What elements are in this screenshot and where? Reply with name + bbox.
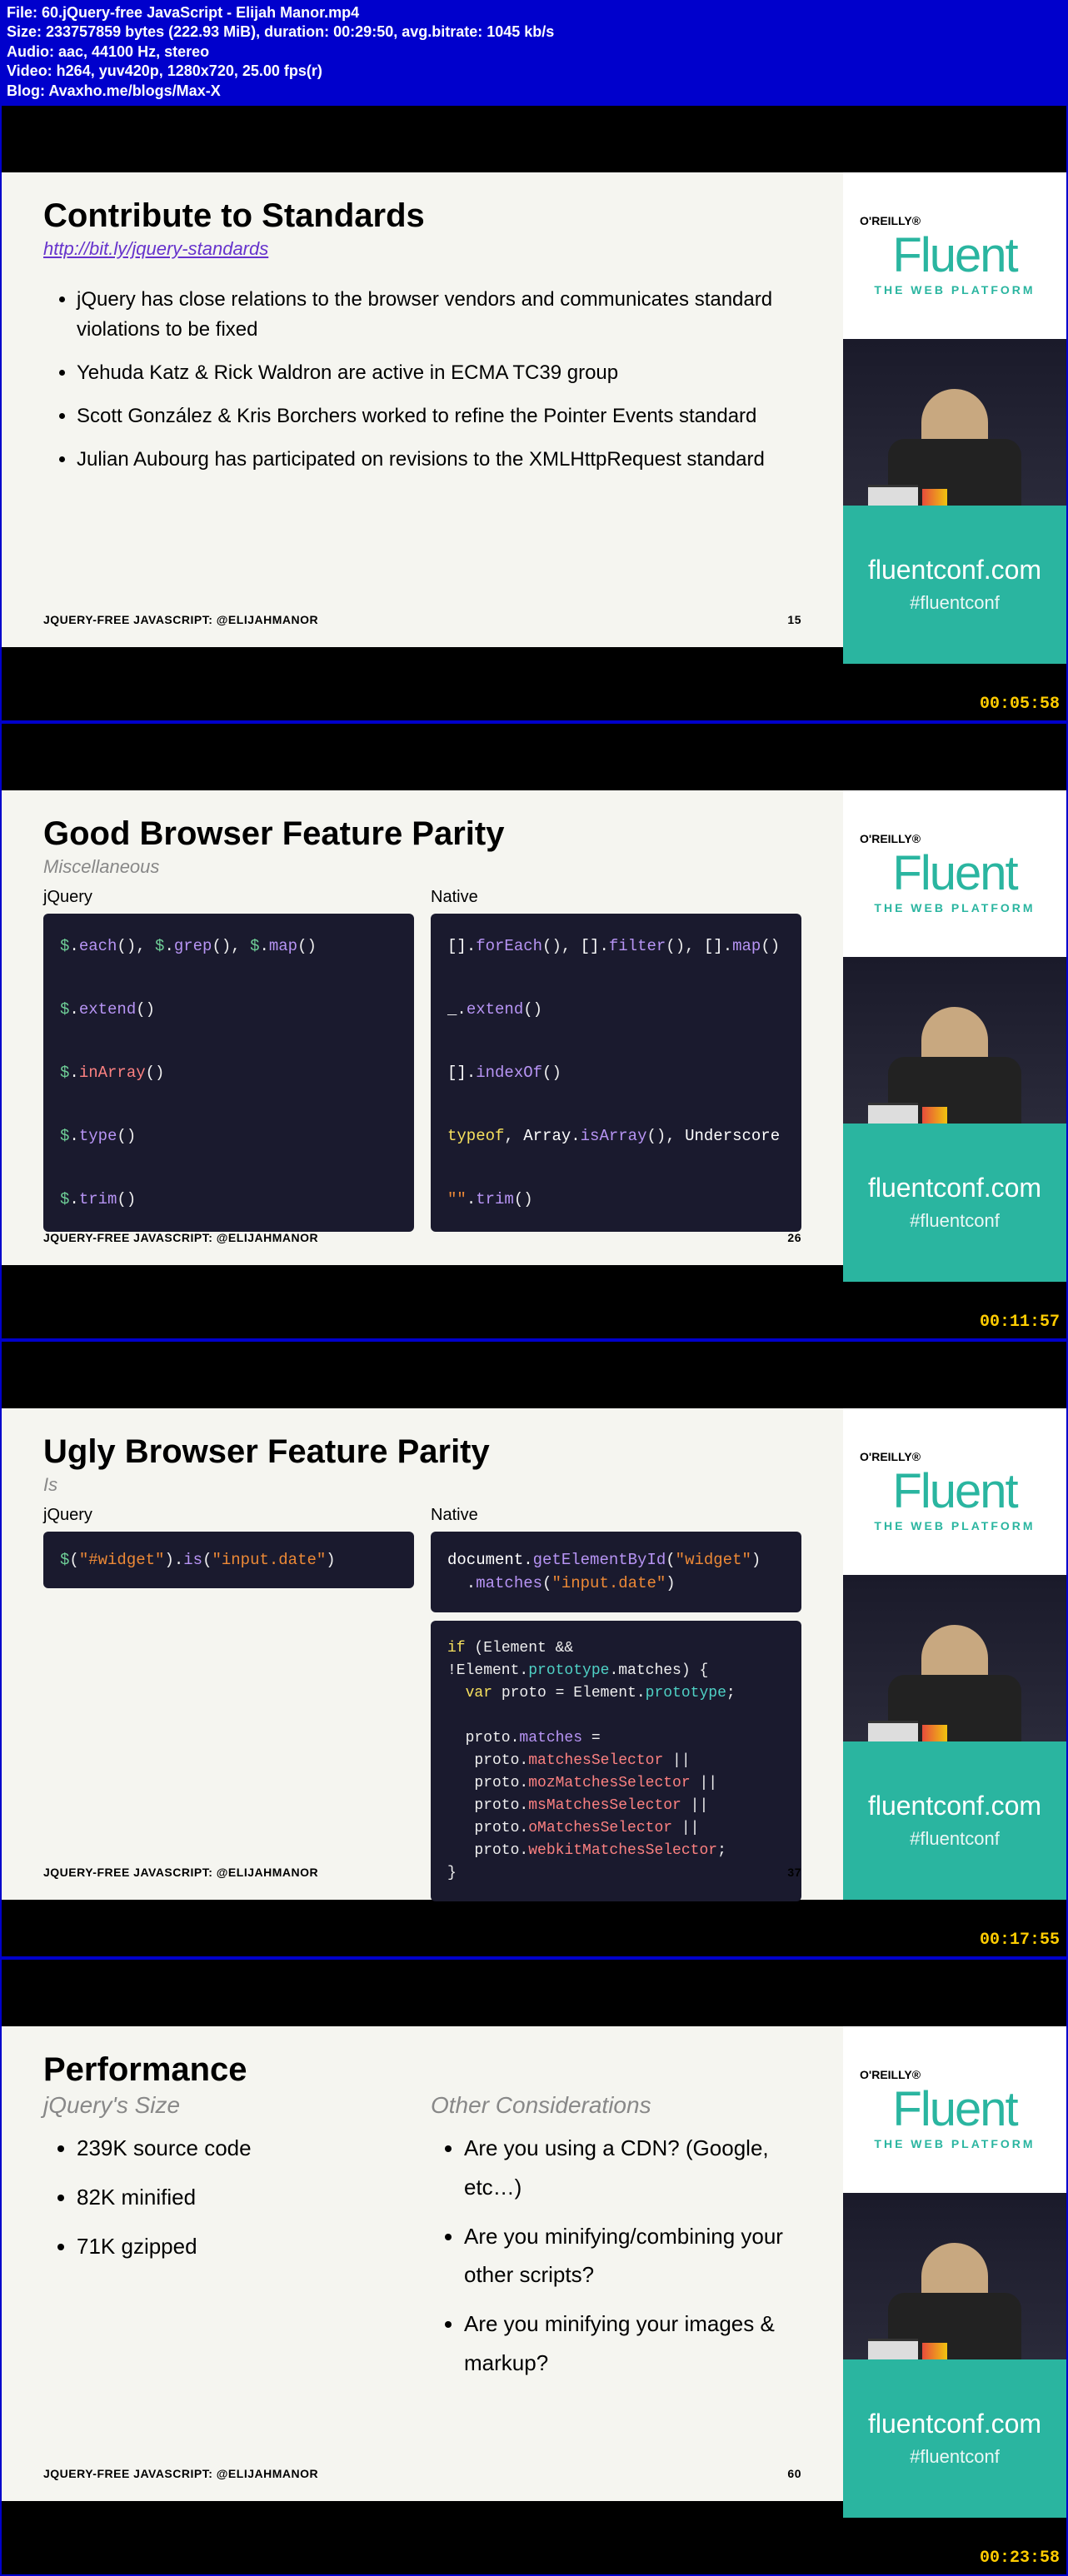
fluent-tagline: THE WEB PLATFORM	[874, 2137, 1035, 2150]
fluent-tagline: THE WEB PLATFORM	[874, 1519, 1035, 1532]
speaker-video	[843, 1575, 1066, 1741]
conf-banner: fluentconf.com #fluentconf	[843, 1124, 1066, 1282]
slide-2: Good Browser Feature Parity Miscellaneou…	[2, 790, 843, 1265]
slide-footer: JQUERY-FREE JAVASCRIPT: @ELIJAHMANOR 26	[43, 1231, 801, 1244]
list-item: 82K minified	[77, 2178, 414, 2217]
footer-text: JQUERY-FREE JAVASCRIPT: @ELIJAHMANOR	[43, 1231, 318, 1244]
slide-title: Performance	[43, 2051, 801, 2089]
slide-footer: JQUERY-FREE JAVASCRIPT: @ELIJAHMANOR 37	[43, 1866, 801, 1879]
conf-banner: fluentconf.com #fluentconf	[843, 2359, 1066, 2518]
oreilly-label: O'REILLY®	[860, 832, 921, 845]
oreilly-label: O'REILLY®	[860, 1450, 921, 1463]
list-item: Are you using a CDN? (Google, etc…)	[464, 2129, 801, 2207]
native-heading: Native	[431, 888, 801, 907]
conf-url: fluentconf.com	[868, 555, 1041, 585]
file-header: File: 60.jQuery-free JavaScript - Elijah…	[0, 0, 1068, 104]
conf-hashtag: #fluentconf	[910, 1210, 1000, 1232]
slide-footer: JQUERY-FREE JAVASCRIPT: @ELIJAHMANOR 15	[43, 613, 801, 626]
considerations-list: Are you using a CDN? (Google, etc…) Are …	[464, 2129, 801, 2383]
slide-1: Contribute to Standards http://bit.ly/jq…	[2, 172, 843, 647]
list-item: Are you minifying your images & markup?	[464, 2304, 801, 2383]
header-size: Size: 233757859 bytes (222.93 MiB), dura…	[7, 22, 1061, 42]
slide-title: Ugly Browser Feature Parity	[43, 1433, 801, 1471]
page-number: 26	[787, 1231, 801, 1244]
jquery-code: $.each(), $.grep(), $.map() $.extend() $…	[43, 914, 414, 1232]
jquery-heading: jQuery	[43, 888, 414, 907]
fluent-name: Fluent	[892, 2081, 1016, 2137]
slide-title: Good Browser Feature Parity	[43, 815, 801, 853]
conf-hashtag: #fluentconf	[910, 592, 1000, 614]
speaker-video	[843, 2193, 1066, 2359]
native-heading: Native	[431, 1506, 801, 1525]
fluent-name: Fluent	[892, 1463, 1016, 1519]
video-frame-1: Contribute to Standards http://bit.ly/jq…	[0, 104, 1068, 722]
conf-banner: fluentconf.com #fluentconf	[843, 506, 1066, 664]
fluent-logo: O'REILLY® Fluent THE WEB PLATFORM	[843, 172, 1066, 339]
size-list: 239K source code 82K minified 71K gzippe…	[77, 2129, 414, 2265]
list-item: Are you minifying/combining your other s…	[464, 2217, 801, 2295]
fluent-logo: O'REILLY® Fluent THE WEB PLATFORM	[843, 2026, 1066, 2193]
standards-link[interactable]: http://bit.ly/jquery-standards	[43, 238, 268, 259]
slide-subtitle: Is	[43, 1474, 801, 1496]
bullet-list: jQuery has close relations to the browse…	[77, 285, 801, 475]
fluent-logo: O'REILLY® Fluent THE WEB PLATFORM	[843, 790, 1066, 957]
native-code-1: document.getElementById("widget") .match…	[431, 1532, 801, 1612]
timestamp: 00:17:55	[980, 1931, 1060, 1950]
list-item: 71K gzipped	[77, 2227, 414, 2266]
bullet: jQuery has close relations to the browse…	[77, 285, 801, 345]
timestamp: 00:05:58	[980, 695, 1060, 714]
page-number: 15	[787, 613, 801, 626]
native-code: [].forEach(), [].filter(), [].map() _.ex…	[431, 914, 801, 1232]
oreilly-label: O'REILLY®	[860, 214, 921, 227]
bullet: Julian Aubourg has participated on revis…	[77, 445, 801, 475]
header-blog: Blog: Avaxho.me/blogs/Max-X	[7, 82, 1061, 101]
footer-text: JQUERY-FREE JAVASCRIPT: @ELIJAHMANOR	[43, 1866, 318, 1879]
header-filename: File: 60.jQuery-free JavaScript - Elijah…	[7, 3, 1061, 22]
fluent-logo: O'REILLY® Fluent THE WEB PLATFORM	[843, 1408, 1066, 1575]
jquery-heading: jQuery	[43, 1506, 414, 1525]
sub-heading-considerations: Other Considerations	[431, 2092, 801, 2119]
jquery-code: $("#widget").is("input.date")	[43, 1532, 414, 1589]
conf-hashtag: #fluentconf	[910, 1828, 1000, 1850]
slide-subtitle: Miscellaneous	[43, 856, 801, 878]
header-audio: Audio: aac, 44100 Hz, stereo	[7, 42, 1061, 62]
conf-url: fluentconf.com	[868, 1173, 1041, 1203]
fluent-tagline: THE WEB PLATFORM	[874, 283, 1035, 296]
speaker-video	[843, 339, 1066, 506]
footer-text: JQUERY-FREE JAVASCRIPT: @ELIJAHMANOR	[43, 613, 318, 626]
header-video: Video: h264, yuv420p, 1280x720, 25.00 fp…	[7, 62, 1061, 81]
fluent-name: Fluent	[892, 227, 1016, 283]
list-item: 239K source code	[77, 2129, 414, 2168]
fluent-name: Fluent	[892, 845, 1016, 901]
video-frame-4: Performance jQuery's Size 239K source co…	[0, 1958, 1068, 2576]
sub-heading-size: jQuery's Size	[43, 2092, 414, 2119]
speaker-video	[843, 957, 1066, 1124]
conf-url: fluentconf.com	[868, 2409, 1041, 2439]
conf-hashtag: #fluentconf	[910, 2446, 1000, 2468]
video-frame-3: Ugly Browser Feature Parity Is jQuery $(…	[0, 1340, 1068, 1958]
fluent-tagline: THE WEB PLATFORM	[874, 901, 1035, 914]
bullet: Scott González & Kris Borchers worked to…	[77, 401, 801, 431]
conf-url: fluentconf.com	[868, 1791, 1041, 1821]
slide-4: Performance jQuery's Size 239K source co…	[2, 2026, 843, 2501]
native-code-2: if (Element && !Element.prototype.matche…	[431, 1621, 801, 1901]
slide-3: Ugly Browser Feature Parity Is jQuery $(…	[2, 1408, 843, 1900]
conf-banner: fluentconf.com #fluentconf	[843, 1741, 1066, 1900]
timestamp: 00:23:58	[980, 2549, 1060, 2568]
timestamp: 00:11:57	[980, 1313, 1060, 1332]
oreilly-label: O'REILLY®	[860, 2068, 921, 2081]
bullet: Yehuda Katz & Rick Waldron are active in…	[77, 358, 801, 388]
page-number: 37	[787, 1866, 801, 1879]
video-frame-2: Good Browser Feature Parity Miscellaneou…	[0, 722, 1068, 1340]
slide-title: Contribute to Standards	[43, 197, 801, 235]
